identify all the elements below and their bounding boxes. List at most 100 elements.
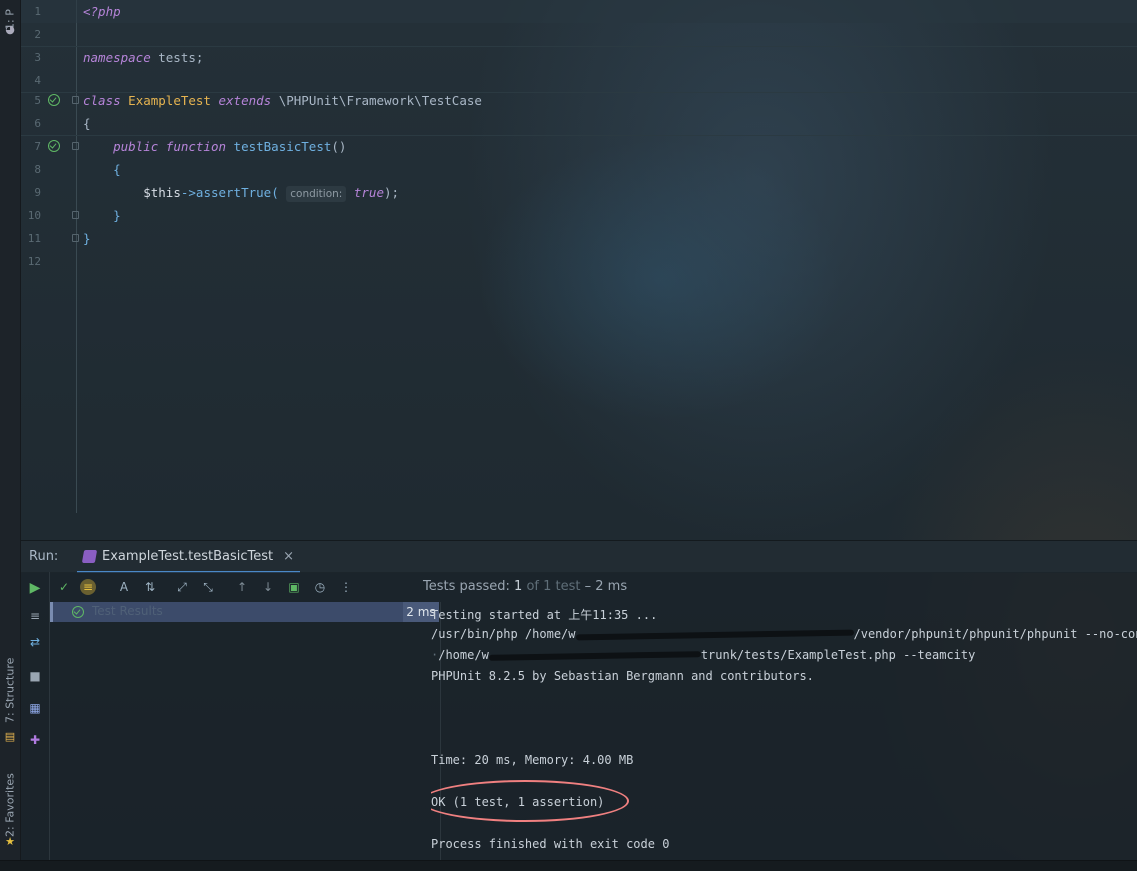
console-output[interactable]: Testing started at 上午11:35 ... /usr/bin/… [431,602,1137,860]
layout-icon[interactable]: ▦ [27,700,43,716]
status-prefix: Tests passed: [423,579,514,594]
code-text: { [83,158,121,181]
code-line-9[interactable]: 9 $this->assertTrue( condition: true); [21,181,1137,204]
extends-keyword: extends [219,93,272,108]
fold-icon[interactable] [72,96,79,104]
run-test-class-icon[interactable] [48,94,60,106]
run-label: Run: [29,549,58,564]
class-name: ExampleTest [128,93,211,108]
console-line: PHPUnit 8.2.5 by Sebastian Bergmann and … [431,669,814,683]
star-icon: ★ [4,836,16,848]
brace: { [113,162,121,177]
fold-icon[interactable] [72,234,79,242]
line-number: 3 [21,46,41,69]
php-open-tag: <?php [83,4,121,19]
left-tool-strip: 1: P ◕ 7: Structure ▤ 2: Favorites ★ [0,0,21,870]
code-text: { [83,112,91,135]
line-number: 2 [21,23,41,46]
fold-icon[interactable] [72,142,79,150]
code-text: namespace tests; [83,46,203,69]
code-text: <?php [83,0,121,23]
class-keyword: class [83,93,121,108]
github-icon[interactable]: ◕ [4,24,16,36]
console-line: ·/home/wtrunk/tests/ExampleTest.php --te… [431,648,975,662]
console-line: Process finished with exit code 0 [431,837,669,851]
phpunit-icon [82,550,97,563]
test-results-tree: Test Results 2 ms [50,602,441,860]
test-toolbar: ✓ ≡ A ⇅ ⤢ ⤡ ↑ ↓ ▣ ◷ ⋮ [50,572,440,602]
code-line-11[interactable]: 11 } [21,227,1137,250]
line-number: 9 [21,181,41,204]
paren-close: ); [384,185,399,200]
code-text: $this->assertTrue( condition: true); [83,181,399,204]
brace: } [83,231,91,246]
line-number: 11 [21,227,41,250]
selection-marker [50,602,53,622]
console-text: /usr/bin/php /home/w [431,627,576,641]
passed-icon [72,606,84,618]
method-name: testBasicTest [234,139,332,154]
method-parens: () [331,139,346,154]
structure-tool-tab[interactable]: 7: Structure [0,650,20,730]
code-line-12[interactable]: 12 [21,250,1137,273]
run-panel-header: Run: ExampleTest.testBasicTest × [21,540,1137,573]
history-icon[interactable]: ◷ [312,579,328,595]
rerun-failed-icon[interactable]: ≡ [27,608,43,624]
close-icon[interactable]: × [283,549,294,564]
parameter-hint: condition: [286,186,346,202]
fold-icon[interactable] [72,211,79,219]
show-passed-icon[interactable]: ✓ [56,579,72,595]
run-side-toolbar: ▶ ≡ ⇄ ■ ▦ ✚ [21,572,50,860]
line-number: 6 [21,112,41,135]
code-line-3[interactable]: 3 namespace tests; [21,46,1137,69]
console-line: Testing started at 上午11:35 ... [431,606,657,623]
console-line: Time: 20 ms, Memory: 4.00 MB [431,753,633,767]
code-line-1[interactable]: 1 <?php [21,0,1137,23]
console-text: /home/w [438,648,489,662]
code-line-10[interactable]: 10 } [21,204,1137,227]
status-total: of 1 test [522,579,580,594]
run-test-method-icon[interactable] [48,140,60,152]
code-editor[interactable]: 1 <?php 2 3 namespace tests; 4 5 class E… [21,0,1137,513]
annotation-circle [431,780,629,822]
test-results-root[interactable]: Test Results 2 ms [50,602,439,622]
run-tab-example-test[interactable]: ExampleTest.testBasicTest × [77,541,300,573]
line-number: 5 [21,89,41,112]
sort-alpha-icon[interactable]: A [116,579,132,595]
brace: { [83,116,91,131]
test-status: Tests passed: 1 of 1 test – 2 ms [423,579,627,594]
brace: } [113,208,121,223]
code-line-7[interactable]: 7 public function testBasicTest() [21,135,1137,158]
toggle-auto-test-icon[interactable]: ⇄ [27,634,43,650]
export-icon[interactable]: ▣ [286,579,302,595]
test-results-label: Test Results [92,604,163,618]
status-time: – 2 ms [581,579,628,594]
code-line-6[interactable]: 6 { [21,112,1137,136]
redacted-text [575,629,853,640]
bottom-tool-bar [0,860,1137,871]
show-ignored-icon[interactable]: ≡ [80,579,96,595]
run-panel: ▶ ≡ ⇄ ■ ▦ ✚ ✓ ≡ A ⇅ ⤢ ⤡ ↑ ↓ ▣ ◷ ⋮ Tests … [21,572,1137,860]
namespace-name: tests; [151,50,204,65]
stop-icon[interactable]: ■ [27,668,43,684]
code-text: } [83,204,121,227]
previous-failed-icon[interactable]: ↑ [234,579,250,595]
console-line: /usr/bin/php /home/w/vendor/phpunit/phpu… [431,627,1137,641]
favorites-tool-tab-label: 2: Favorites [4,773,17,837]
pin-icon[interactable]: ✚ [27,732,43,748]
sort-duration-icon[interactable]: ⇅ [142,579,158,595]
code-line-2[interactable]: 2 [21,23,1137,47]
paren: ( [271,185,279,200]
code-line-8[interactable]: 8 { [21,158,1137,181]
next-failed-icon[interactable]: ↓ [260,579,276,595]
collapse-all-icon[interactable]: ⤡ [200,579,216,595]
line-number: 1 [21,0,41,23]
more-options-icon[interactable]: ⋮ [338,579,354,595]
run-tab-title: ExampleTest.testBasicTest [102,549,273,564]
rerun-icon[interactable]: ▶ [27,580,43,596]
structure-icon: ▤ [4,731,16,743]
expand-all-icon[interactable]: ⤢ [174,579,190,595]
code-line-5[interactable]: 5 class ExampleTest extends \PHPUnit\Fra… [21,89,1137,112]
public-keyword: public [113,139,158,154]
namespace-keyword: namespace [83,50,151,65]
